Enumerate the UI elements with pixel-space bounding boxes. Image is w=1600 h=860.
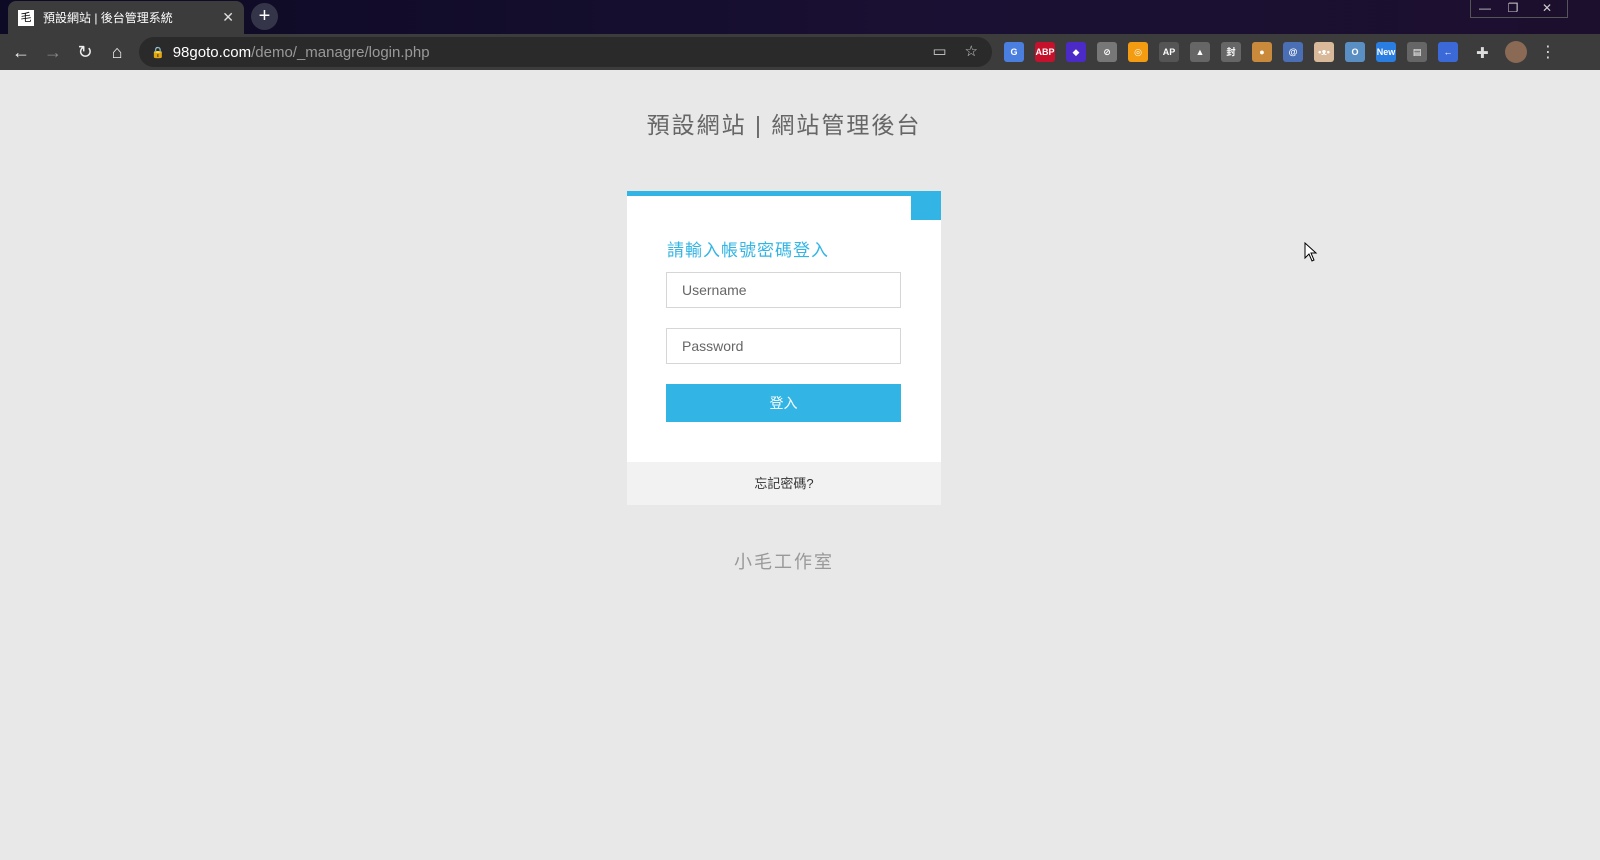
- grey-ext-icon[interactable]: ⊘: [1097, 42, 1117, 62]
- new-tab-button[interactable]: +: [251, 3, 278, 30]
- minimize-icon[interactable]: —: [1471, 0, 1499, 17]
- forgot-password-link[interactable]: 忘記密碼?: [627, 462, 941, 505]
- home-icon[interactable]: ⌂: [101, 42, 133, 63]
- mouse-cursor-icon: [1304, 242, 1318, 262]
- lock-icon: 🔒: [151, 46, 165, 59]
- feng-ext-icon[interactable]: 封: [1221, 42, 1241, 62]
- adblock-plus-icon[interactable]: ABP: [1035, 42, 1055, 62]
- close-tab-icon[interactable]: ✕: [222, 9, 234, 26]
- box-ext-icon[interactable]: •ᴥ•: [1314, 42, 1334, 62]
- menu-kebab-icon[interactable]: ⋮: [1540, 42, 1556, 62]
- cursor-ext-icon[interactable]: @: [1283, 42, 1303, 62]
- google-translate-icon[interactable]: G: [1004, 42, 1024, 62]
- password-input[interactable]: [666, 328, 901, 364]
- url-path: /demo/_managre/login.php: [251, 43, 430, 61]
- ap-ext-icon[interactable]: AP: [1159, 42, 1179, 62]
- browser-toolbar: ← → ↻ ⌂ 🔒 98goto.com/demo/_managre/login…: [0, 34, 1600, 70]
- profile-avatar[interactable]: [1505, 41, 1527, 63]
- copyright-text: 小毛工作室: [734, 552, 834, 572]
- chrome-ext-icon[interactable]: ▤: [1407, 42, 1427, 62]
- address-bar[interactable]: 🔒 98goto.com/demo/_managre/login.php ▭ ☆: [139, 37, 992, 67]
- cast-icon[interactable]: ▭: [932, 42, 946, 60]
- favicon-icon: 毛: [18, 9, 34, 26]
- back-ext-icon[interactable]: ←: [1438, 42, 1458, 62]
- username-input[interactable]: [666, 272, 901, 308]
- back-icon[interactable]: ←: [5, 42, 37, 63]
- login-button[interactable]: 登入: [666, 384, 901, 422]
- restore-icon[interactable]: ❐: [1499, 0, 1527, 17]
- card-corner-accent: [911, 196, 941, 220]
- extensions-puzzle-icon[interactable]: ✚: [1476, 44, 1489, 62]
- tab-title: 預設網站 | 後台管理系統: [43, 11, 173, 25]
- browser-titlebar: 毛 預設網站 | 後台管理系統 ✕ + — ❐ ✕: [0, 0, 1600, 34]
- drive-ext-icon[interactable]: ▲: [1190, 42, 1210, 62]
- login-heading: 請輸入帳號密碼登入: [667, 241, 829, 260]
- login-card: 請輸入帳號密碼登入 登入 忘記密碼?: [627, 191, 941, 505]
- extensions-bar: G ABP ◆ ⊘ ◎ AP ▲ 封 ● @ •ᴥ• O New ▤ ←: [1004, 42, 1458, 62]
- orange-ext-icon[interactable]: ◎: [1128, 42, 1148, 62]
- window-controls: — ❐ ✕: [1470, 0, 1568, 18]
- bookmark-star-icon[interactable]: ☆: [965, 42, 978, 60]
- cookie-ext-icon[interactable]: ●: [1252, 42, 1272, 62]
- close-window-icon[interactable]: ✕: [1527, 0, 1567, 17]
- page-title: 預設網站 | 網站管理後台: [646, 112, 922, 138]
- reload-icon[interactable]: ↻: [69, 42, 101, 63]
- browser-tab[interactable]: 毛 預設網站 | 後台管理系統 ✕: [8, 1, 244, 34]
- new-ext-icon[interactable]: New: [1376, 42, 1396, 62]
- forward-icon[interactable]: →: [37, 42, 69, 63]
- ring-ext-icon[interactable]: O: [1345, 42, 1365, 62]
- purple-ext-icon[interactable]: ◆: [1066, 42, 1086, 62]
- url-host: 98goto.com: [172, 43, 252, 61]
